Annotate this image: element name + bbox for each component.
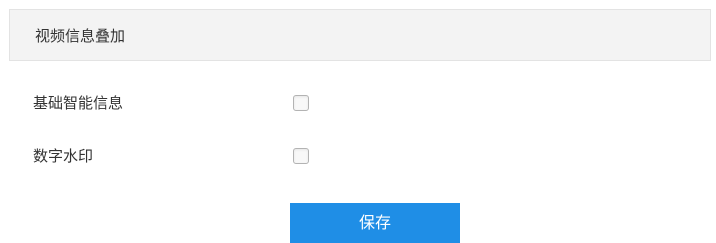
option-row-basic-smart-info: 基础智能信息: [0, 88, 716, 118]
section-header: 视频信息叠加: [9, 9, 711, 61]
save-button[interactable]: 保存: [290, 203, 460, 243]
option-label-digital-watermark: 数字水印: [33, 147, 94, 165]
video-overlay-settings-page: 视频信息叠加 基础智能信息 数字水印 保存: [0, 0, 716, 243]
basic-smart-info-checkbox[interactable]: [293, 95, 309, 111]
option-label-basic-smart-info: 基础智能信息: [33, 94, 124, 112]
option-row-digital-watermark: 数字水印: [0, 141, 716, 171]
digital-watermark-checkbox[interactable]: [293, 148, 309, 164]
section-title: 视频信息叠加: [35, 27, 126, 45]
